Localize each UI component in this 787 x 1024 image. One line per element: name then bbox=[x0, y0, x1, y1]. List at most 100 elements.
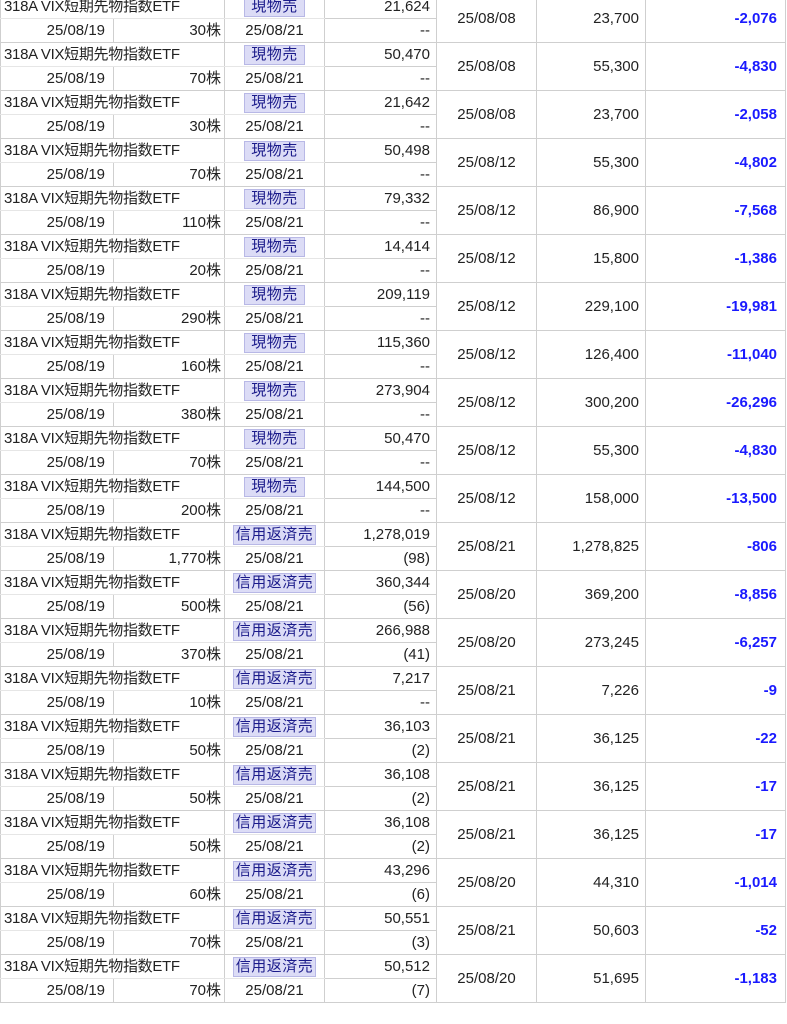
stock-name[interactable]: 318A VIX短期先物指数ETF bbox=[0, 714, 225, 739]
execution-date: 25/08/19 bbox=[0, 594, 114, 619]
stock-name[interactable]: 318A VIX短期先物指数ETF bbox=[0, 570, 225, 595]
stock-name[interactable]: 318A VIX短期先物指数ETF bbox=[0, 426, 225, 451]
profit-loss: -52 bbox=[645, 906, 786, 955]
quantity: 30株 bbox=[113, 18, 225, 43]
trade-type-cell: 現物売 bbox=[224, 90, 325, 115]
acquisition-date: 25/08/12 bbox=[436, 282, 537, 331]
stock-name[interactable]: 318A VIX短期先物指数ETF bbox=[0, 0, 225, 19]
trade-type-cell: 信用返済売 bbox=[224, 618, 325, 643]
settlement-amount: 50,470 bbox=[324, 426, 437, 451]
stock-name[interactable]: 318A VIX短期先物指数ETF bbox=[0, 42, 225, 67]
acquisition-date: 25/08/21 bbox=[436, 666, 537, 715]
fees-cost: (98) bbox=[324, 546, 437, 571]
fees-cost: -- bbox=[324, 66, 437, 91]
stock-name[interactable]: 318A VIX短期先物指数ETF bbox=[0, 522, 225, 547]
acquisition-price: 55,300 bbox=[536, 42, 646, 91]
settlement-date: 25/08/21 bbox=[224, 18, 325, 43]
trade-type-badge: 現物売 bbox=[244, 333, 305, 353]
acquisition-date: 25/08/12 bbox=[436, 474, 537, 523]
stock-name[interactable]: 318A VIX短期先物指数ETF bbox=[0, 810, 225, 835]
trade-row-upper: 318A VIX短期先物指数ETF 信用返済売 36,103 25/08/21 36,1… bbox=[0, 714, 786, 763]
fees-cost: -- bbox=[324, 114, 437, 139]
settlement-amount: 14,414 bbox=[324, 234, 437, 259]
profit-loss: -8,856 bbox=[645, 570, 786, 619]
acquisition-price: 50,603 bbox=[536, 906, 646, 955]
stock-name[interactable]: 318A VIX短期先物指数ETF bbox=[0, 90, 225, 115]
execution-date: 25/08/19 bbox=[0, 738, 114, 763]
stock-name[interactable]: 318A VIX短期先物指数ETF bbox=[0, 330, 225, 355]
stock-name[interactable]: 318A VIX短期先物指数ETF bbox=[0, 282, 225, 307]
settlement-date: 25/08/21 bbox=[224, 594, 325, 619]
trade-row-upper: 318A VIX短期先物指数ETF 信用返済売 360,344 25/08/20 369… bbox=[0, 570, 786, 619]
stock-name[interactable]: 318A VIX短期先物指数ETF bbox=[0, 762, 225, 787]
acquisition-date: 25/08/20 bbox=[436, 858, 537, 907]
execution-date: 25/08/19 bbox=[0, 258, 114, 283]
acquisition-date: 25/08/08 bbox=[436, 0, 537, 43]
profit-loss: -1,386 bbox=[645, 234, 786, 283]
execution-date: 25/08/19 bbox=[0, 930, 114, 955]
trade-row-upper: 318A VIX短期先物指数ETF 信用返済売 50,551 25/08/21 50,6… bbox=[0, 906, 786, 955]
stock-name[interactable]: 318A VIX短期先物指数ETF bbox=[0, 186, 225, 211]
acquisition-price: 273,245 bbox=[536, 618, 646, 667]
trade-type-badge: 現物売 bbox=[244, 381, 305, 401]
execution-date: 25/08/19 bbox=[0, 690, 114, 715]
trade-type-badge: 信用返済売 bbox=[232, 621, 317, 641]
settlement-amount: 360,344 bbox=[324, 570, 437, 595]
stock-name[interactable]: 318A VIX短期先物指数ETF bbox=[0, 378, 225, 403]
stock-name[interactable]: 318A VIX短期先物指数ETF bbox=[0, 138, 225, 163]
acquisition-price: 229,100 bbox=[536, 282, 646, 331]
settlement-date: 25/08/21 bbox=[224, 978, 325, 1003]
trade-row-upper: 318A VIX短期先物指数ETF 現物売 50,470 25/08/08 55,300… bbox=[0, 42, 786, 91]
trade-type-cell: 信用返済売 bbox=[224, 570, 325, 595]
quantity: 50株 bbox=[113, 738, 225, 763]
acquisition-price: 300,200 bbox=[536, 378, 646, 427]
trade-row-upper: 318A VIX短期先物指数ETF 信用返済売 1,278,019 25/08/21 1… bbox=[0, 522, 786, 571]
profit-loss: -1,183 bbox=[645, 954, 786, 1003]
settlement-amount: 36,108 bbox=[324, 762, 437, 787]
quantity: 1,770株 bbox=[113, 546, 225, 571]
acquisition-date: 25/08/20 bbox=[436, 570, 537, 619]
settlement-date: 25/08/21 bbox=[224, 834, 325, 859]
profit-loss: -22 bbox=[645, 714, 786, 763]
settlement-amount: 273,904 bbox=[324, 378, 437, 403]
profit-loss: -9 bbox=[645, 666, 786, 715]
stock-name[interactable]: 318A VIX短期先物指数ETF bbox=[0, 954, 225, 979]
stock-name[interactable]: 318A VIX短期先物指数ETF bbox=[0, 618, 225, 643]
stock-name[interactable]: 318A VIX短期先物指数ETF bbox=[0, 474, 225, 499]
acquisition-price: 44,310 bbox=[536, 858, 646, 907]
execution-date: 25/08/19 bbox=[0, 834, 114, 859]
stock-name[interactable]: 318A VIX短期先物指数ETF bbox=[0, 234, 225, 259]
execution-date: 25/08/19 bbox=[0, 450, 114, 475]
settlement-amount: 1,278,019 bbox=[324, 522, 437, 547]
stock-name[interactable]: 318A VIX短期先物指数ETF bbox=[0, 906, 225, 931]
settlement-date: 25/08/21 bbox=[224, 546, 325, 571]
fees-cost: -- bbox=[324, 354, 437, 379]
trade-type-badge: 信用返済売 bbox=[232, 861, 317, 881]
acquisition-price: 51,695 bbox=[536, 954, 646, 1003]
trade-type-badge: 現物売 bbox=[244, 285, 305, 305]
stock-name[interactable]: 318A VIX短期先物指数ETF bbox=[0, 666, 225, 691]
quantity: 50株 bbox=[113, 786, 225, 811]
acquisition-price: 15,800 bbox=[536, 234, 646, 283]
quantity: 160株 bbox=[113, 354, 225, 379]
execution-date: 25/08/19 bbox=[0, 306, 114, 331]
fees-cost: -- bbox=[324, 258, 437, 283]
fees-cost: -- bbox=[324, 690, 437, 715]
execution-date: 25/08/19 bbox=[0, 210, 114, 235]
acquisition-date: 25/08/12 bbox=[436, 234, 537, 283]
trade-type-cell: 現物売 bbox=[224, 378, 325, 403]
trade-row-upper: 318A VIX短期先物指数ETF 現物売 21,624 25/08/08 23,700… bbox=[0, 0, 786, 43]
stock-name[interactable]: 318A VIX短期先物指数ETF bbox=[0, 858, 225, 883]
settlement-amount: 50,551 bbox=[324, 906, 437, 931]
fees-cost: (2) bbox=[324, 738, 437, 763]
trade-type-cell: 現物売 bbox=[224, 42, 325, 67]
trade-type-badge: 現物売 bbox=[244, 237, 305, 257]
settlement-amount: 21,624 bbox=[324, 0, 437, 19]
execution-date: 25/08/19 bbox=[0, 114, 114, 139]
acquisition-price: 23,700 bbox=[536, 0, 646, 43]
acquisition-date: 25/08/12 bbox=[436, 138, 537, 187]
profit-loss: -806 bbox=[645, 522, 786, 571]
settlement-amount: 266,988 bbox=[324, 618, 437, 643]
acquisition-date: 25/08/12 bbox=[436, 426, 537, 475]
quantity: 70株 bbox=[113, 978, 225, 1003]
